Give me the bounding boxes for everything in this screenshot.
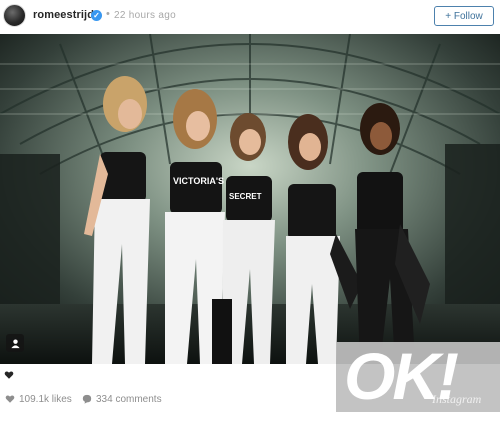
avatar[interactable] — [3, 4, 26, 27]
username-link[interactable]: romeestrijd — [33, 9, 94, 21]
heart-icon — [5, 395, 15, 403]
post-photo[interactable]: VICTORIA'S SECRET — [0, 34, 500, 364]
post-timestamp[interactable]: 22 hours ago — [114, 10, 176, 21]
tagged-people-icon[interactable] — [6, 334, 24, 352]
like-heart-icon[interactable] — [4, 367, 14, 379]
instagram-watermark: Instagram — [432, 392, 482, 406]
likes-label: 109.1k likes — [19, 393, 72, 405]
comment-icon — [82, 394, 92, 404]
models: VICTORIA'S SECRET — [84, 76, 430, 364]
separator-dot: • — [106, 8, 110, 20]
shirt-text-2: SECRET — [229, 192, 262, 201]
comments-label: 334 comments — [96, 393, 162, 405]
shirt-text-1: VICTORIA'S — [173, 176, 224, 186]
follow-button[interactable]: + Follow — [434, 6, 494, 26]
verified-badge-icon: ✓ — [91, 10, 102, 21]
post-header: romeestrijd ✓ • 22 hours ago + Follow — [0, 0, 500, 34]
comments-count[interactable]: 334 comments — [82, 392, 162, 406]
photo-illustration: VICTORIA'S SECRET — [0, 34, 500, 364]
likes-count[interactable]: 109.1k likes — [5, 392, 72, 406]
